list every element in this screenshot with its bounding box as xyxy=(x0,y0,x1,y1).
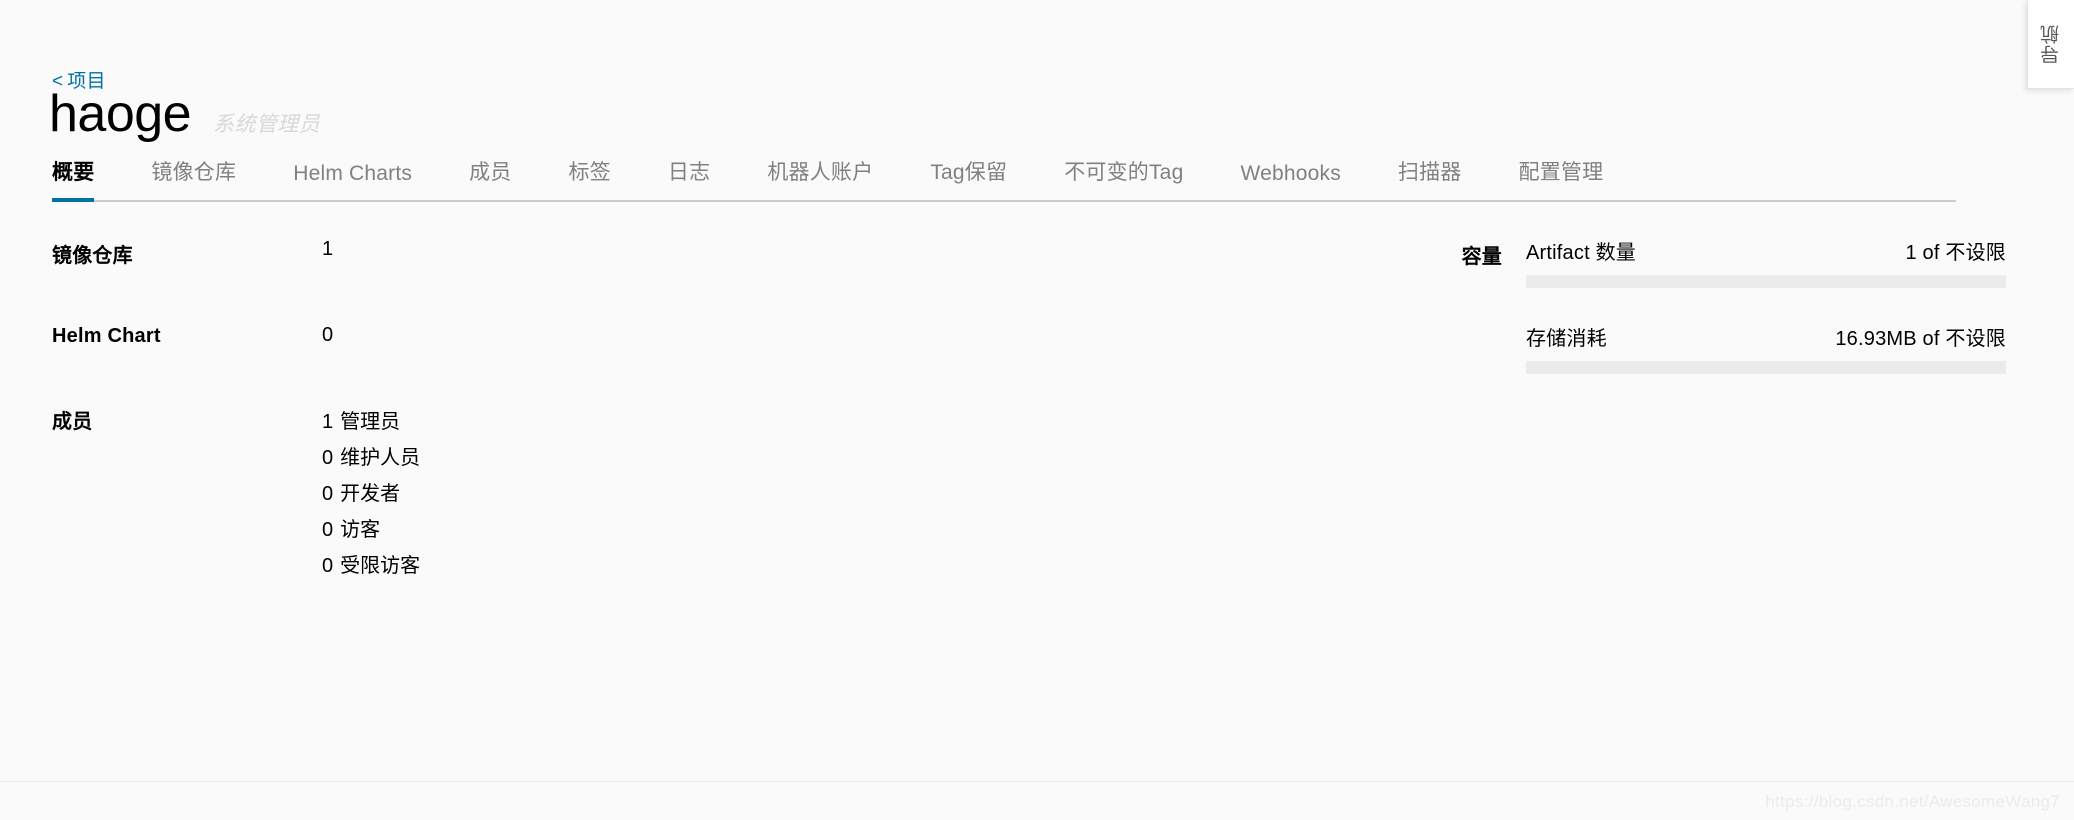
member-role: 受限访客 xyxy=(340,555,421,577)
tab-robot-accounts[interactable]: 机器人账户 xyxy=(767,148,873,200)
tab-logs[interactable]: 日志 xyxy=(668,148,710,200)
side-panel-flap[interactable]: 导航 xyxy=(2027,0,2074,89)
tab-label: 机器人账户 xyxy=(767,161,874,184)
member-count: 0 xyxy=(322,519,334,541)
tab-repositories[interactable]: 镜像仓库 xyxy=(151,148,236,200)
project-summary-page: < 项目 haoge 系统管理员 概要 镜像仓库 Helm Charts 成员 标… xyxy=(0,0,2074,820)
member-row-maintainer: 0 维护人员 xyxy=(322,440,420,476)
quota-header: 存储消耗 16.93MB of 不设限 xyxy=(1526,308,2006,361)
tab-webhooks[interactable]: Webhooks xyxy=(1240,154,1340,200)
quota-amount: 16.93MB of 不设限 xyxy=(1835,328,2006,350)
members-value-list: 1 管理员 0 维护人员 0 开发者 0 访客 0 受限访客 xyxy=(322,404,420,584)
page-title: haoge xyxy=(49,85,192,143)
tab-members[interactable]: 成员 xyxy=(469,148,511,200)
quota-artifact-count: Artifact 数量 1 of 不设限 xyxy=(1526,222,2006,288)
tab-label: 配置管理 xyxy=(1518,161,1604,184)
quota-amount: 1 of 不设限 xyxy=(1905,242,2006,264)
repositories-value: 1 xyxy=(322,238,334,260)
member-role: 访客 xyxy=(340,519,381,541)
tab-label: 日志 xyxy=(667,161,711,184)
tab-scanner[interactable]: 扫描器 xyxy=(1398,148,1462,200)
stat-row-helm-chart: Helm Chart 0 xyxy=(52,324,812,348)
tab-configuration[interactable]: 配置管理 xyxy=(1519,148,1604,200)
quota-progress-bar xyxy=(1526,361,2006,374)
quota-progress-bar xyxy=(1526,275,2006,288)
tab-labels[interactable]: 标签 xyxy=(569,148,611,200)
tab-helm-charts[interactable]: Helm Charts xyxy=(293,154,412,200)
member-row-limited-guest: 0 受限访客 xyxy=(322,548,420,584)
project-role-badge: 系统管理员 xyxy=(213,113,321,136)
member-row-guest: 0 访客 xyxy=(322,512,420,548)
quota-header: Artifact 数量 1 of 不设限 xyxy=(1526,222,2006,275)
tab-label: 不可变的Tag xyxy=(1064,161,1184,184)
tab-tag-retention[interactable]: Tag保留 xyxy=(930,148,1007,200)
tab-label: 镜像仓库 xyxy=(151,161,237,184)
watermark-text: https://blog.csdn.net/AwesomeWang7 xyxy=(1765,792,2060,811)
tab-tag-immutability[interactable]: 不可变的Tag xyxy=(1064,148,1183,200)
tab-label: Webhooks xyxy=(1240,162,1341,185)
member-role: 管理员 xyxy=(340,411,401,433)
tab-label: 概要 xyxy=(52,161,95,184)
summary-statistics: 镜像仓库 1 Helm Chart 0 成员 1 管理员 0 维护人员 0 开发者 xyxy=(52,222,812,584)
page-title-row: haoge 系统管理员 xyxy=(49,88,320,140)
member-row-admin: 1 管理员 xyxy=(322,404,420,440)
footer-divider xyxy=(0,781,2074,782)
member-count: 0 xyxy=(322,447,334,469)
repositories-label: 镜像仓库 xyxy=(52,245,133,267)
helm-chart-value: 0 xyxy=(322,324,334,346)
members-label: 成员 xyxy=(52,411,93,433)
tab-label: Tag保留 xyxy=(930,161,1008,184)
member-count: 0 xyxy=(322,483,334,505)
member-count: 0 xyxy=(322,555,334,577)
tab-label: Helm Charts xyxy=(293,162,413,185)
capacity-label: 容量 xyxy=(1461,246,1502,268)
capacity-section: 容量 Artifact 数量 1 of 不设限 存储消耗 16.93MB of … xyxy=(1420,222,2040,374)
tab-label: 扫描器 xyxy=(1397,161,1462,184)
quota-name: Artifact 数量 xyxy=(1526,242,1636,264)
summary-content: 镜像仓库 1 Helm Chart 0 成员 1 管理员 0 维护人员 0 开发者 xyxy=(0,222,2074,820)
capacity-quota-list: Artifact 数量 1 of 不设限 存储消耗 16.93MB of 不设限 xyxy=(1526,222,2006,374)
quota-name: 存储消耗 xyxy=(1526,328,1607,350)
side-panel-flap-label: 导航 xyxy=(2039,24,2062,64)
member-count: 1 xyxy=(322,411,334,433)
stat-row-members: 成员 1 管理员 0 维护人员 0 开发者 0 访客 0 受限访客 xyxy=(52,404,812,584)
quota-storage-consumption: 存储消耗 16.93MB of 不设限 xyxy=(1526,308,2006,374)
tab-label: 标签 xyxy=(568,161,611,184)
member-role: 维护人员 xyxy=(340,447,421,469)
helm-chart-label: Helm Chart xyxy=(52,325,161,347)
tab-summary[interactable]: 概要 xyxy=(52,148,95,202)
project-tab-bar: 概要 镜像仓库 Helm Charts 成员 标签 日志 机器人账户 Tag保留… xyxy=(52,148,1956,202)
stat-row-repositories: 镜像仓库 1 xyxy=(52,238,812,268)
member-role: 开发者 xyxy=(340,483,401,505)
member-row-developer: 0 开发者 xyxy=(322,476,420,512)
tab-label: 成员 xyxy=(469,161,512,184)
